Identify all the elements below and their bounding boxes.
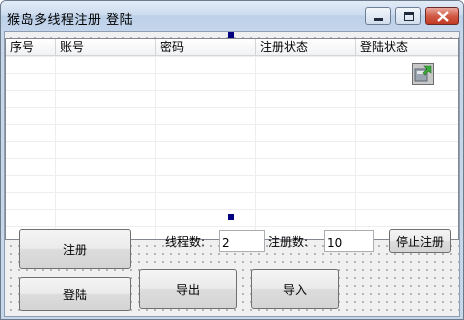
column-header-login-status[interactable]: 登陆状态 [356,39,458,55]
column-divider [55,56,56,239]
close-button[interactable] [425,7,459,25]
bottom-resize-marker[interactable] [228,214,234,220]
column-header-password[interactable]: 密码 [156,39,256,55]
list-handle-icon[interactable] [412,63,434,85]
window-title: 猴岛多线程注册 登陆 [7,13,134,28]
account-list[interactable]: 序号 账号 密码 注册状态 登陆状态 [5,38,459,240]
register-count-input[interactable] [324,230,374,252]
column-header-index[interactable]: 序号 [6,39,56,55]
app-window: 猴岛多线程注册 登陆 序号 账号 密码 注册状态 登陆状态 注册 登陆 导出 导… [0,0,464,320]
title-bar[interactable]: 猴岛多线程注册 登陆 [1,1,463,31]
column-header-register-status[interactable]: 注册状态 [256,39,356,55]
minimize-icon [374,18,383,21]
list-gridlines [6,56,458,239]
export-button[interactable]: 导出 [139,269,237,309]
thread-count-label: 线程数: [165,235,206,249]
column-divider [155,56,156,239]
client-area: 序号 账号 密码 注册状态 登陆状态 注册 登陆 导出 导入 线程数: 2 注册… [4,31,460,317]
minimize-button[interactable] [365,7,391,25]
column-divider [255,56,256,239]
stop-register-button[interactable]: 停止注册 [389,229,451,253]
register-button[interactable]: 注册 [19,229,131,269]
thread-count-input[interactable] [219,230,265,252]
column-header-account[interactable]: 账号 [56,39,156,55]
column-divider [355,56,356,239]
import-button[interactable]: 导入 [251,269,339,309]
maximize-icon [404,12,414,21]
maximize-button[interactable] [395,7,421,25]
close-icon [437,11,449,22]
login-button[interactable]: 登陆 [19,277,131,311]
register-count-label: 注册数: [268,235,309,249]
list-header: 序号 账号 密码 注册状态 登陆状态 [6,39,458,56]
